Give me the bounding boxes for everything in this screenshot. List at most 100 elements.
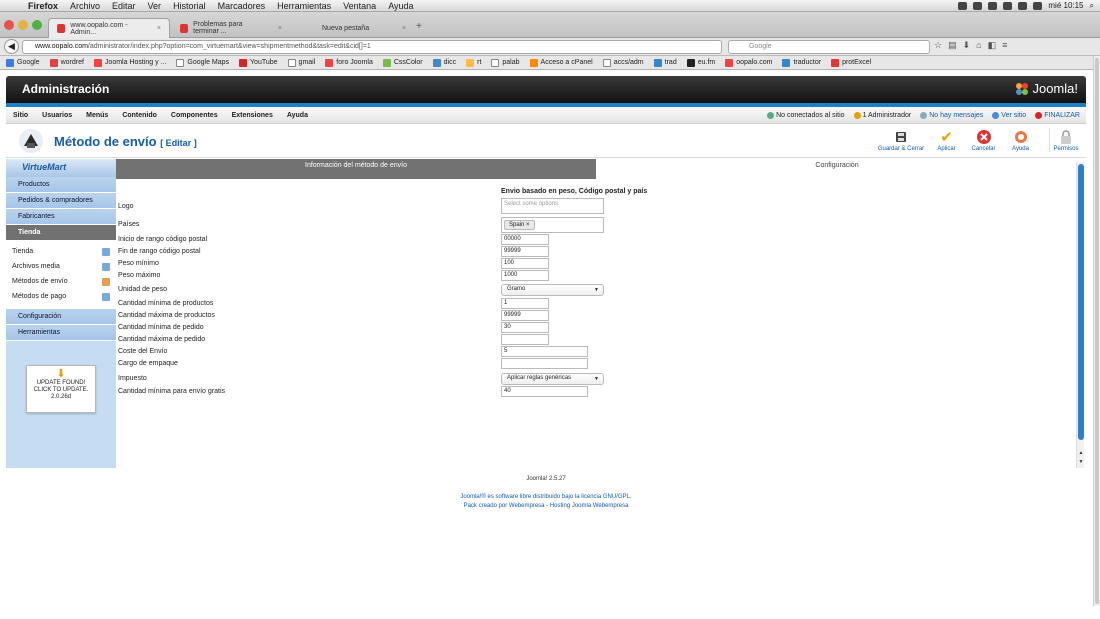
sidebar-item-productos[interactable]: Productos (6, 177, 116, 193)
help-button[interactable]: Ayuda (1004, 128, 1037, 152)
camera-icon[interactable] (988, 1, 998, 10)
weight-max-input[interactable]: 1000 (501, 270, 549, 281)
dropbox-icon[interactable] (958, 1, 968, 10)
sidebar-item-tienda[interactable]: Tienda (6, 225, 116, 241)
license-link[interactable]: Joomla!® es software libre distribuido b… (6, 494, 1086, 500)
tab-config[interactable]: Configuración (596, 159, 1078, 179)
menu-marcadores[interactable]: Marcadores (212, 1, 272, 11)
page-scrollbar-thumb[interactable] (1095, 58, 1099, 604)
bookmark-item[interactable]: CssColor (382, 58, 423, 67)
weight-unit-select[interactable]: Gramo ▼ (501, 284, 604, 296)
scroll-down-icon[interactable]: ▼ (1077, 459, 1085, 465)
url-field[interactable]: www.oopalo.com/administrator/index.php?o… (22, 40, 722, 54)
scroll-up-icon[interactable]: ▲ (1077, 450, 1085, 456)
subitem-shipment[interactable]: Métodos de envío (6, 275, 116, 290)
admin-menu-extensiones[interactable]: Extensiones (225, 112, 280, 119)
new-tab-icon[interactable]: + (416, 21, 422, 32)
sync-icon[interactable] (1003, 1, 1013, 10)
admin-menu-sitio[interactable]: Sitio (6, 112, 35, 119)
bookmark-item[interactable]: protExcel (831, 58, 871, 67)
zip-end-input[interactable]: 99999 (501, 246, 549, 257)
country-chip[interactable]: Spain × (504, 220, 535, 230)
sidebar-item-configuracion[interactable]: Configuración (6, 309, 116, 325)
home-icon[interactable]: ⌂ (976, 40, 981, 51)
cancel-button[interactable]: Cancelar (967, 128, 1000, 152)
close-tab-icon[interactable]: × (394, 25, 406, 32)
close-window-icon[interactable] (4, 20, 14, 30)
browser-tab-2[interactable]: Problemas para terminar ... × (172, 18, 290, 38)
nbproducts-max-input[interactable]: 99999 (501, 310, 549, 321)
countries-select[interactable]: Spain × (501, 217, 604, 233)
bookmark-item[interactable]: trad (653, 58, 677, 67)
reader-icon[interactable]: ▤ (948, 40, 957, 51)
logo-select[interactable]: Select some options (501, 198, 604, 214)
save-close-button[interactable]: Guardar & Cerrar (876, 128, 926, 152)
tray-icon[interactable] (973, 1, 983, 10)
back-icon[interactable]: ◀ (4, 39, 19, 54)
sidebar-item-fabricantes[interactable]: Fabricantes (6, 209, 116, 225)
menu-editar[interactable]: Editar (106, 1, 142, 11)
credits-link[interactable]: Pack creado por Webempresa - Hosting Joo… (6, 503, 1086, 509)
bookmark-item[interactable]: oopalo.com (725, 58, 772, 67)
sidebar-item-pedidos[interactable]: Pedidos & compradores (6, 193, 116, 209)
sidebar-item-herramientas[interactable]: Herramientas (6, 325, 116, 341)
menu-ver[interactable]: Ver (142, 1, 168, 11)
zip-start-input[interactable]: 00000 (501, 234, 549, 245)
bookmark-item[interactable]: Acceso a cPanel (529, 58, 593, 67)
subitem-tienda[interactable]: Tienda (6, 245, 116, 260)
spotlight-icon[interactable]: ⌕ (1090, 1, 1094, 11)
bookmark-item[interactable]: foro Joomla (325, 58, 373, 67)
view-site-link[interactable]: Ver sitio (992, 111, 1026, 119)
permissions-button[interactable]: Permisos (1049, 128, 1082, 152)
admin-menu-ayuda[interactable]: Ayuda (280, 112, 315, 119)
star-icon[interactable]: ☆ (934, 40, 942, 51)
volume-icon[interactable] (1018, 1, 1028, 10)
package-fee-input[interactable] (501, 358, 588, 369)
bookmark-item[interactable]: dicc (432, 58, 456, 67)
weight-min-input[interactable]: 100 (501, 258, 549, 269)
orderamount-max-input[interactable] (501, 334, 549, 345)
admin-menu-menus[interactable]: Menús (79, 112, 115, 119)
page-scrollbar[interactable] (1093, 56, 1100, 606)
minimize-window-icon[interactable] (18, 20, 28, 30)
free-shipment-input[interactable]: 40 (501, 386, 588, 397)
menu-ayuda[interactable]: Ayuda (382, 1, 419, 11)
bookmark-item[interactable]: Google (6, 58, 40, 67)
bookmark-item[interactable]: gmail (287, 58, 315, 67)
tax-select[interactable]: Aplicar reglas genéricas ▼ (501, 373, 604, 385)
menu-archivo[interactable]: Archivo (64, 1, 106, 11)
close-tab-icon[interactable]: × (149, 25, 161, 32)
form-scrollbar[interactable]: ▲ ▼ (1076, 162, 1084, 468)
nbproducts-min-input[interactable]: 1 (501, 298, 549, 309)
bookmark-item[interactable]: eu.fm (686, 58, 715, 67)
subitem-media[interactable]: Archivos media (6, 260, 116, 275)
menu-ventana[interactable]: Ventana (337, 1, 382, 11)
subitem-payment[interactable]: Métodos de pago (6, 290, 116, 305)
logout-link[interactable]: FINALIZAR (1035, 111, 1080, 119)
addon-icon[interactable]: ◧ (988, 40, 997, 51)
bookmark-item[interactable]: Google Maps (176, 58, 229, 67)
zoom-window-icon[interactable] (32, 20, 42, 30)
bookmark-item[interactable]: Joomla Hosting y ... (93, 58, 166, 67)
bookmark-item[interactable]: traductor (782, 58, 821, 67)
update-box[interactable]: ⬇ UPDATE FOUND! CLICK TO UPDATE. 2.0.26d (26, 365, 96, 413)
download-icon[interactable]: ⬇ (963, 40, 971, 51)
shipment-cost-input[interactable]: 5 (501, 346, 588, 357)
browser-tab-3[interactable]: Nueva pestaña × (296, 18, 414, 38)
admin-menu-contenido[interactable]: Contenido (115, 112, 164, 119)
apply-button[interactable]: ✔ Aplicar (930, 128, 963, 152)
menu-herramientas[interactable]: Herramientas (271, 1, 337, 11)
tab-info[interactable]: Información del método de envío (116, 159, 596, 179)
admin-menu-componentes[interactable]: Componentes (164, 112, 225, 119)
scrollbar-thumb[interactable] (1078, 164, 1084, 440)
bookmark-item[interactable]: accs/adm (602, 58, 644, 67)
bookmark-item[interactable]: palab (491, 58, 520, 67)
menu-app[interactable]: Firefox (22, 1, 64, 11)
bookmark-item[interactable]: wordref (49, 58, 84, 67)
wifi-icon[interactable] (1033, 1, 1043, 10)
orderamount-min-input[interactable]: 30 (501, 322, 549, 333)
bookmark-item[interactable]: YouTube (239, 58, 278, 67)
menu-icon[interactable]: ≡ (1002, 40, 1007, 51)
search-field[interactable]: Google (728, 40, 930, 54)
close-tab-icon[interactable]: × (270, 25, 282, 32)
